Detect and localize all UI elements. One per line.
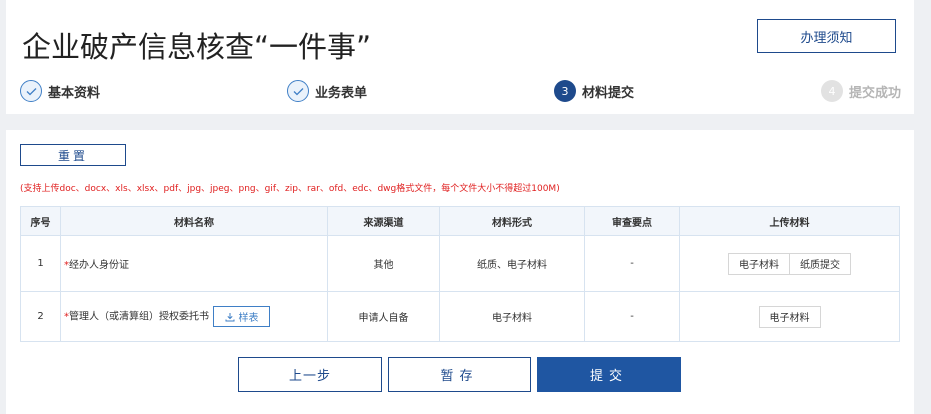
material-name-cell: *管理人（或清算组）授权委托书 样表 (60, 291, 328, 342)
header-panel: 企业破产信息核查“一件事” 办理须知 (6, 0, 914, 114)
material-name: 管理人（或清算组）授权委托书 (69, 311, 209, 323)
material-name-cell: *经办人身份证 (60, 235, 328, 292)
column-header-name: 材料名称 (60, 206, 328, 236)
step-label: 业务表单 (315, 85, 368, 101)
source-cell: 申请人自备 (327, 291, 440, 342)
column-header-upload: 上传材料 (679, 206, 900, 236)
step-number: 3 (554, 80, 576, 102)
submit-button[interactable]: 提交 (537, 357, 681, 392)
check-icon (287, 80, 309, 102)
reset-button[interactable]: 重置 (20, 144, 126, 166)
step-label: 材料提交 (582, 85, 635, 101)
upload-notice: (支持上传doc、docx、xls、xlsx、pdf、jpg、jpeg、png、… (20, 184, 560, 194)
column-header-index: 序号 (20, 206, 61, 236)
upload-electronic-button[interactable]: 电子材料 (728, 252, 790, 275)
download-icon (225, 312, 234, 321)
upload-paper-button[interactable]: 纸质提交 (789, 252, 851, 275)
table-header-row: 序号 材料名称 来源渠道 材料形式 审查要点 上传材料 (20, 206, 900, 236)
table-row: 2 *管理人（或清算组）授权委托书 样表 申请人自备 电子材料 - 电子材料 (20, 291, 900, 342)
save-draft-button[interactable]: 暂存 (388, 357, 531, 392)
step-business-form: 业务表单 (287, 79, 367, 103)
material-name: 经办人身份证 (69, 260, 129, 271)
form-cell: 电子材料 (439, 291, 585, 342)
column-header-source: 来源渠道 (327, 206, 440, 236)
upload-electronic-button[interactable]: 电子材料 (758, 305, 821, 328)
source-cell: 其他 (327, 235, 440, 292)
step-label: 提交成功 (849, 85, 902, 101)
previous-step-button[interactable]: 上一步 (238, 357, 382, 392)
review-cell: - (584, 291, 680, 342)
step-submit-success: 4 提交成功 (821, 79, 901, 103)
page-title: 企业破产信息核查“一件事” (22, 30, 372, 64)
step-number: 4 (821, 80, 843, 102)
table-row: 1 *经办人身份证 其他 纸质、电子材料 - 电子材料 纸质提交 (20, 235, 900, 292)
step-material-submit: 3 材料提交 (554, 79, 634, 103)
guide-button[interactable]: 办理须知 (757, 19, 896, 53)
row-index: 2 (20, 291, 61, 342)
form-cell: 纸质、电子材料 (439, 235, 585, 292)
upload-cell: 电子材料 (679, 291, 900, 342)
sample-button-label: 样表 (238, 313, 259, 324)
upload-cell: 电子材料 纸质提交 (679, 235, 900, 292)
materials-table: 序号 材料名称 来源渠道 材料形式 审查要点 上传材料 1 *经办人身份证 其他… (20, 206, 900, 342)
step-basic-info: 基本资料 (20, 79, 100, 103)
review-cell: - (584, 235, 680, 292)
column-header-review: 审查要点 (584, 206, 680, 236)
column-header-form: 材料形式 (439, 206, 585, 236)
check-icon (20, 80, 42, 102)
material-panel: 重置 (支持上传doc、docx、xls、xlsx、pdf、jpg、jpeg、p… (6, 130, 914, 414)
sample-download-button[interactable]: 样表 (213, 306, 270, 327)
step-label: 基本资料 (48, 85, 101, 101)
row-index: 1 (20, 235, 61, 292)
